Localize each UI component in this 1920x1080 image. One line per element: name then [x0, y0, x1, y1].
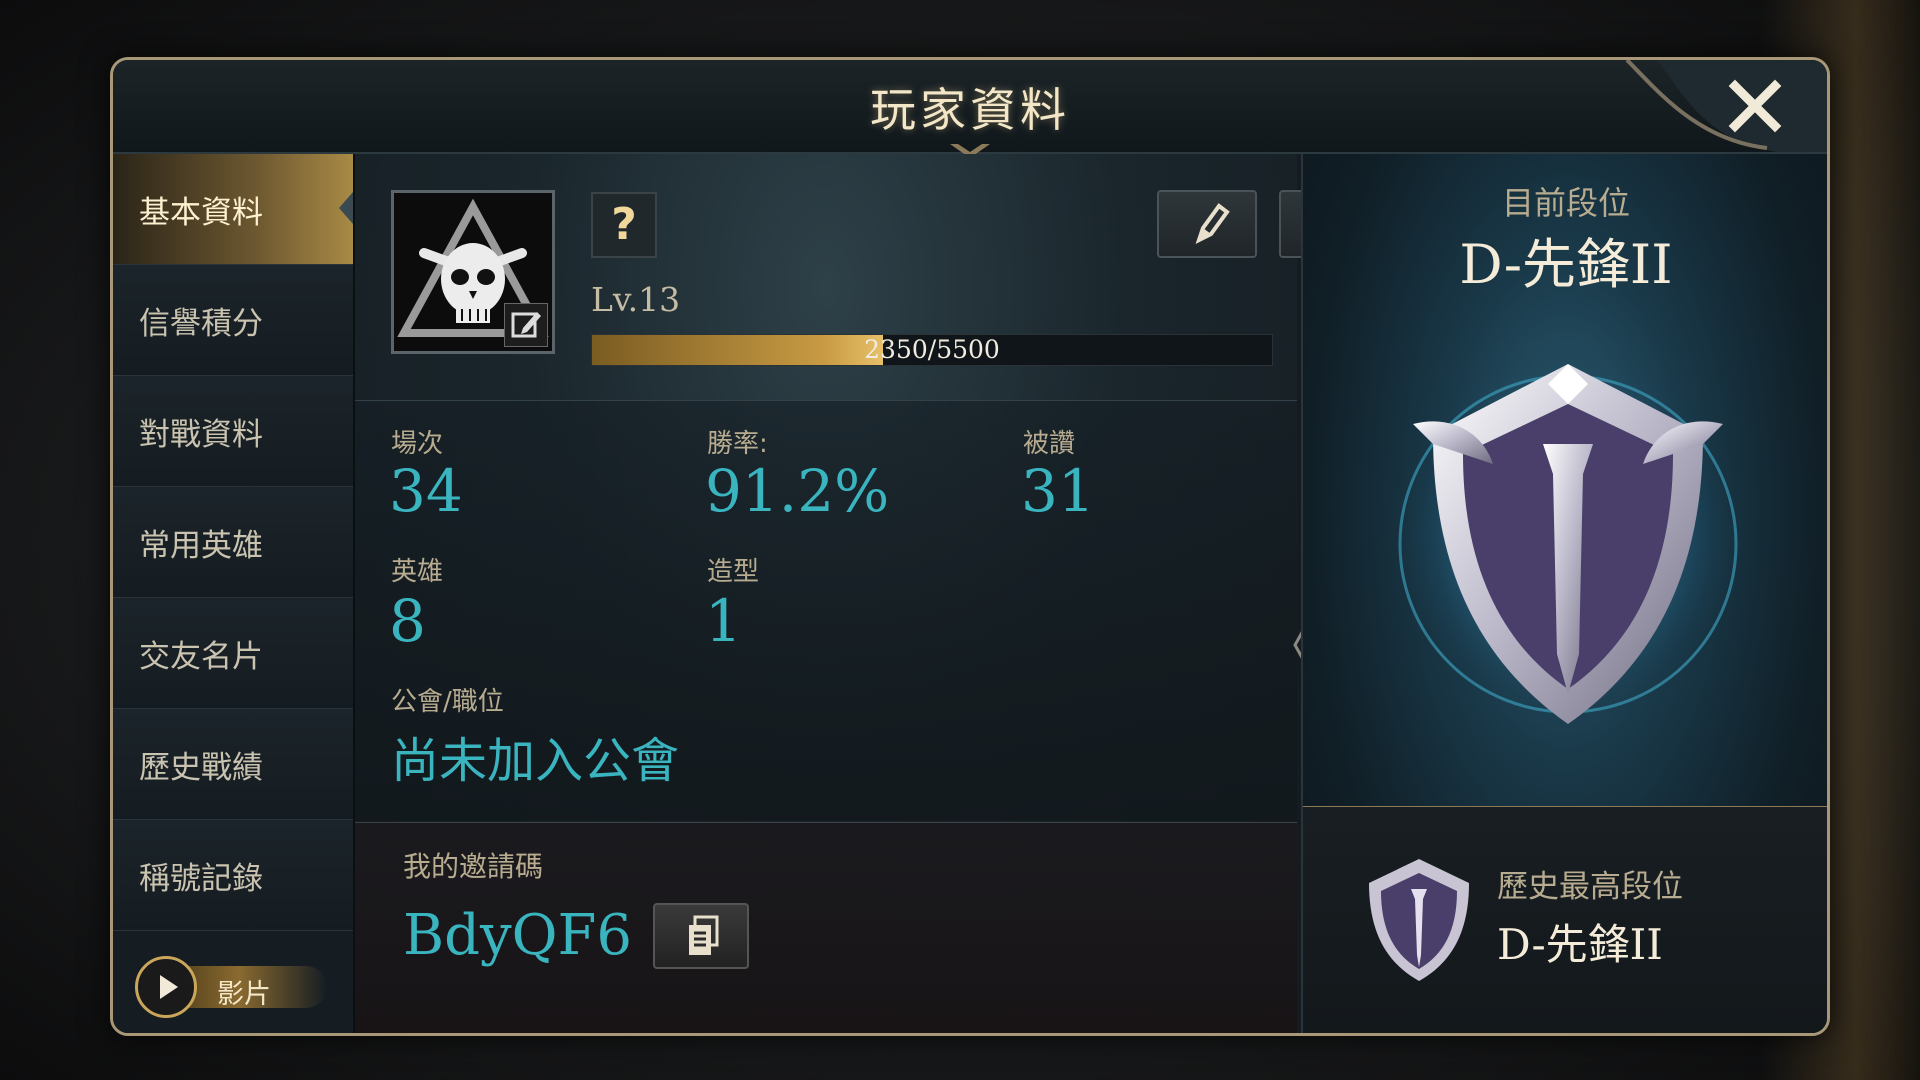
sidebar-item-label: 基本資料 — [139, 194, 263, 231]
sidebar-item-match-history[interactable]: 歷史戰績 — [113, 709, 353, 820]
sidebar-nav: 基本資料 信譽積分 對戰資料 常用英雄 交友名片 歷史戰績 稱號記錄 影片 — [113, 154, 355, 1033]
likes-label: 被讚 — [1023, 429, 1076, 459]
guild-value: 尚未加入公會 — [391, 733, 680, 789]
history-rank-label: 歷史最高段位 — [1497, 869, 1683, 905]
sidebar-item-label: 稱號記錄 — [139, 860, 263, 897]
copy-icon — [689, 915, 719, 955]
close-icon[interactable] — [1725, 76, 1785, 136]
rank-shield-icon — [1378, 344, 1758, 724]
avatar-edit-button[interactable] — [504, 303, 548, 347]
rank-panel: 目前段位 D-先鋒II 歷史最高段位 D-先鋒II — [1301, 154, 1827, 1033]
history-rank-name: D-先鋒II — [1497, 920, 1663, 969]
current-rank-label: 目前段位 — [1501, 184, 1630, 222]
likes-value: 31 — [1021, 457, 1095, 525]
invite-code-label: 我的邀請碼 — [403, 850, 544, 883]
corner-ornament-icon — [1617, 60, 1827, 152]
winrate-label: 勝率: — [707, 429, 768, 459]
sidebar-item-battle-data[interactable]: 對戰資料 — [113, 376, 353, 487]
copy-invite-code-button[interactable] — [653, 903, 749, 969]
play-icon — [160, 975, 178, 999]
sidebar-item-label: 交友名片 — [139, 638, 263, 675]
dialog-header: 玩家資料 — [113, 60, 1827, 158]
sidebar-item-label: 對戰資料 — [139, 416, 263, 453]
xp-progress-bar: 2350/5500 — [591, 334, 1273, 366]
invite-code-value: BdyQF6 — [403, 903, 633, 968]
sidebar-item-titles[interactable]: 稱號記錄 — [113, 820, 353, 931]
heroes-value: 8 — [389, 587, 426, 655]
matches-value: 34 — [389, 457, 463, 525]
sidebar-item-basic-info[interactable]: 基本資料 — [113, 154, 353, 265]
main-panel: ? Lv.13 2350/5500 場次 34 勝率: 91.2% 被讚 31 … — [355, 154, 1379, 1033]
video-label: 影片 — [217, 979, 271, 1010]
player-profile-dialog: 玩家資料 基本資料 信譽積分 對戰資料 常用英雄 交友名片 歷史戰績 稱號記錄 … — [110, 57, 1830, 1036]
invite-section: 我的邀請碼 BdyQF6 — [355, 822, 1297, 1033]
player-level: Lv.13 — [591, 280, 681, 319]
xp-progress-text: 2350/5500 — [864, 335, 1000, 364]
sidebar-item-common-heroes[interactable]: 常用英雄 — [113, 487, 353, 598]
edit-icon — [511, 312, 541, 338]
stats-section: 場次 34 勝率: 91.2% 被讚 31 英雄 8 造型 1 公會/職位 尚未… — [355, 400, 1297, 821]
sidebar-item-friend-card[interactable]: 交友名片 — [113, 598, 353, 709]
help-button[interactable]: ? — [591, 192, 657, 258]
edit-profile-button[interactable] — [1157, 190, 1257, 258]
sidebar-item-label: 歷史戰績 — [139, 749, 263, 786]
dialog-title: 玩家資料 — [870, 83, 1070, 137]
skins-value: 1 — [705, 587, 742, 655]
matches-label: 場次 — [391, 429, 444, 459]
heroes-label: 英雄 — [391, 557, 444, 587]
sidebar-item-label: 常用英雄 — [139, 527, 263, 564]
sidebar-item-label: 信譽積分 — [139, 305, 263, 342]
winrate-value: 91.2% — [705, 457, 890, 525]
video-button[interactable]: 影片 — [127, 956, 337, 1018]
current-rank-name: D-先鋒II — [1459, 233, 1673, 296]
pencil-icon — [1195, 203, 1230, 244]
history-rank-shield-icon — [1369, 859, 1469, 981]
history-rank-section: 歷史最高段位 D-先鋒II — [1303, 806, 1827, 1033]
video-circle — [135, 956, 197, 1018]
guild-label: 公會/職位 — [391, 687, 504, 717]
skins-label: 造型 — [707, 557, 760, 587]
avatar[interactable] — [391, 190, 555, 354]
sidebar-item-reputation[interactable]: 信譽積分 — [113, 265, 353, 376]
